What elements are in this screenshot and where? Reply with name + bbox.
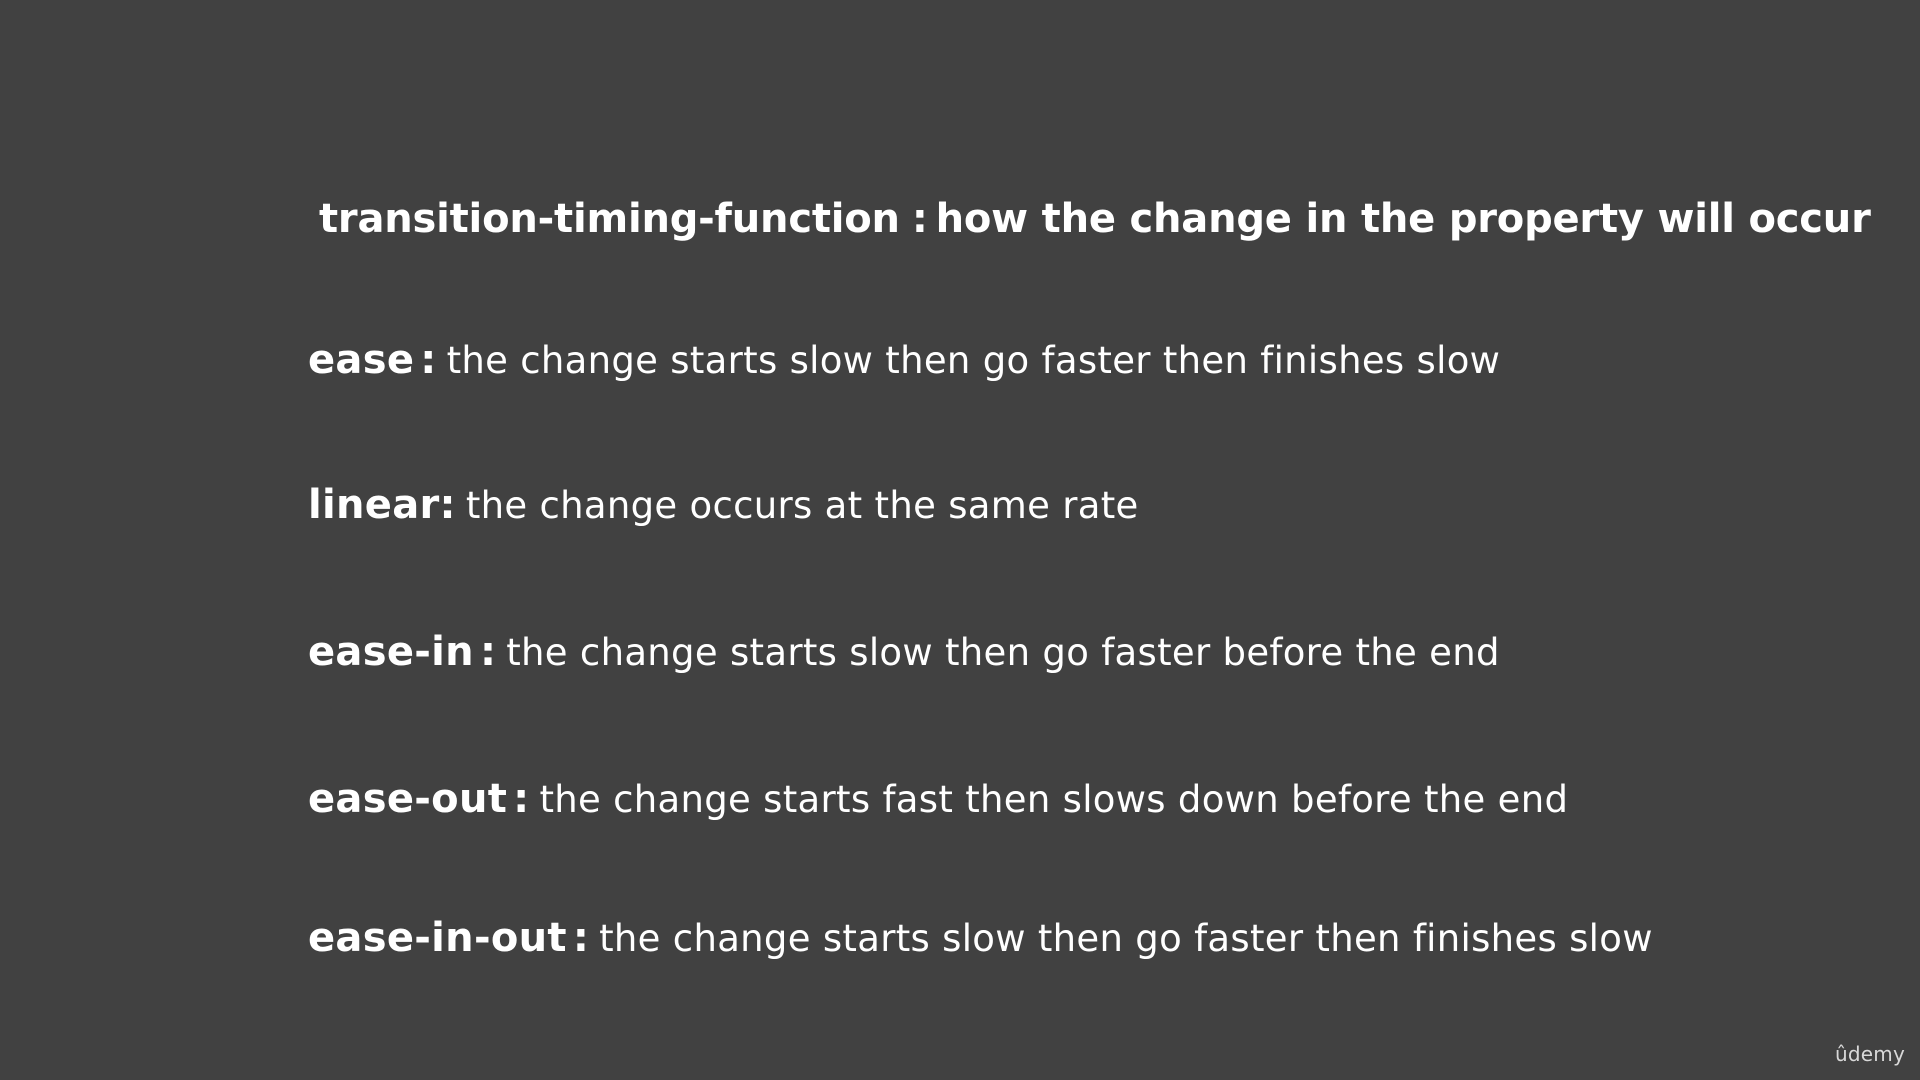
udemy-watermark-logo: ûdemy — [1835, 1042, 1905, 1066]
timing-item-ease: ease: the change starts slow then go fast… — [308, 337, 1500, 383]
timing-item-linear: linear: the change occurs at the same rat… — [308, 482, 1139, 528]
term-linear: linear — [308, 482, 440, 528]
description-ease-in-out: the change starts slow then go faster th… — [599, 917, 1653, 960]
description-ease-out: the change starts fast then slows down b… — [539, 778, 1569, 821]
term-ease: ease — [308, 337, 415, 383]
term-separator: : — [572, 915, 590, 961]
term-separator: : — [439, 482, 456, 528]
term-ease-out: ease-out — [308, 776, 508, 822]
term-separator: : — [479, 629, 497, 675]
slide-heading: transition-timing-function: how the chang… — [319, 196, 1871, 242]
heading-property: transition-timing-function — [319, 196, 900, 242]
description-linear: the change occurs at the same rate — [465, 484, 1139, 527]
timing-item-ease-in-out: ease-in-out: the change starts slow then … — [308, 915, 1653, 961]
term-separator: : — [513, 776, 530, 822]
description-ease-in: the change starts slow then go faster be… — [506, 631, 1500, 674]
term-ease-in: ease-in — [308, 629, 474, 675]
heading-description: how the change in the property will occu… — [935, 196, 1871, 242]
slide: transition-timing-function: how the chang… — [0, 0, 1920, 1080]
description-ease: the change starts slow then go faster th… — [446, 339, 1501, 382]
term-separator: : — [420, 337, 437, 383]
timing-item-ease-out: ease-out: the change starts fast then slo… — [308, 776, 1568, 822]
heading-separator: : — [911, 196, 928, 242]
term-ease-in-out: ease-in-out — [308, 915, 567, 961]
timing-item-ease-in: ease-in: the change starts slow then go f… — [308, 629, 1500, 675]
